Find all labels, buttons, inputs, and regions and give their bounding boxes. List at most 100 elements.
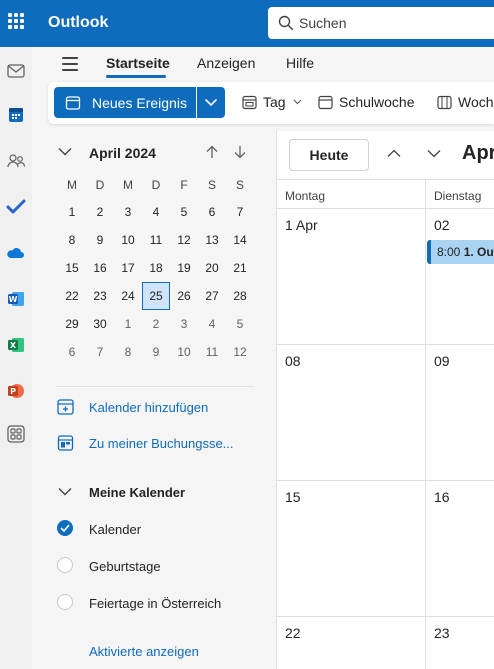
mini-calendar-day[interactable]: 19 <box>170 254 198 282</box>
mini-calendar-day[interactable]: 26 <box>170 282 198 310</box>
mini-calendar-day[interactable]: 27 <box>198 282 226 310</box>
arrow-down-icon[interactable] <box>233 145 247 159</box>
mini-calendar-day[interactable]: 5 <box>170 198 198 226</box>
mail-icon[interactable] <box>6 61 26 81</box>
mini-calendar-day[interactable]: 10 <box>170 338 198 366</box>
collapse-my-calendars-icon[interactable] <box>58 487 72 496</box>
event-time: 8:00 <box>437 245 461 259</box>
new-event-dropdown[interactable] <box>197 87 225 118</box>
mini-calendar-day[interactable]: 12 <box>226 338 254 366</box>
day-cell-number[interactable]: 09 <box>434 353 450 369</box>
new-event-button[interactable]: Neues Ereignis <box>54 87 196 118</box>
mini-calendar-day[interactable]: 28 <box>226 282 254 310</box>
calendar-checkbox-kalender[interactable] <box>57 520 73 536</box>
mini-calendar-day[interactable]: 25 <box>142 282 170 310</box>
mini-calendar-day[interactable]: 4 <box>198 310 226 338</box>
word-icon[interactable]: W <box>6 289 26 309</box>
booking-page-link[interactable]: Zu meiner Buchungsse... <box>89 436 234 451</box>
mini-calendar-day[interactable]: 21 <box>226 254 254 282</box>
weekday-header: S <box>235 178 244 192</box>
checkmark-icon <box>60 524 70 532</box>
calendar-event[interactable]: 8:00 1. Out <box>427 240 494 264</box>
day-cell-number[interactable]: 23 <box>434 625 450 641</box>
grid-line <box>277 179 494 180</box>
day-cell-number[interactable]: 22 <box>285 625 301 641</box>
tab-startseite[interactable]: Startseite <box>106 55 170 71</box>
mini-calendar-day[interactable]: 1 <box>58 198 86 226</box>
mini-calendar-day[interactable]: 11 <box>142 226 170 254</box>
mini-calendar-day[interactable]: 16 <box>86 254 114 282</box>
add-calendar-link[interactable]: Kalender hinzufügen <box>89 400 208 415</box>
onedrive-icon[interactable] <box>6 243 26 263</box>
calendar-item-kalender[interactable]: Kalender <box>89 522 141 537</box>
mini-calendar-day[interactable]: 29 <box>58 310 86 338</box>
day-cell-number[interactable]: 15 <box>285 489 301 505</box>
weekday-header: S <box>207 178 216 192</box>
app-title[interactable]: Outlook <box>48 14 108 32</box>
mini-calendar-day[interactable]: 4 <box>142 198 170 226</box>
calendar-add-icon <box>65 96 81 110</box>
mini-calendar-day[interactable]: 18 <box>142 254 170 282</box>
mini-calendar-day[interactable]: 5 <box>226 310 254 338</box>
mini-calendar-day[interactable]: 7 <box>86 338 114 366</box>
tab-hilfe[interactable]: Hilfe <box>286 55 314 71</box>
mini-calendar-day[interactable]: 7 <box>226 198 254 226</box>
calendar-checkbox-feiertage[interactable] <box>57 594 73 610</box>
today-button[interactable]: Heute <box>289 139 369 171</box>
mini-calendar-day[interactable]: 9 <box>86 226 114 254</box>
mini-calendar-day[interactable]: 12 <box>170 226 198 254</box>
active-tab-indicator <box>106 75 166 78</box>
day-cell-number[interactable]: 1 Apr <box>285 217 318 233</box>
mini-calendar-day[interactable]: 2 <box>86 198 114 226</box>
calendar-checkbox-geburtstage[interactable] <box>57 557 73 573</box>
mini-calendar-day[interactable]: 8 <box>58 226 86 254</box>
mini-calendar-day[interactable]: 3 <box>114 198 142 226</box>
day-view-label: Tag <box>263 94 286 110</box>
mini-calendar-day[interactable]: 17 <box>114 254 142 282</box>
mini-calendar-day[interactable]: 24 <box>114 282 142 310</box>
grid-line <box>425 179 426 669</box>
hamburger-menu-icon[interactable] <box>62 57 80 71</box>
mini-calendar-day[interactable]: 30 <box>86 310 114 338</box>
mini-calendar-day[interactable]: 20 <box>198 254 226 282</box>
app-launcher-icon[interactable] <box>8 13 24 29</box>
powerpoint-icon[interactable]: P <box>6 381 26 401</box>
todo-icon[interactable] <box>6 197 26 217</box>
mini-calendar-day[interactable]: 1 <box>114 310 142 338</box>
mini-calendar-day[interactable]: 14 <box>226 226 254 254</box>
mini-calendar-day[interactable]: 22 <box>58 282 86 310</box>
mini-calendar-day[interactable]: 23 <box>86 282 114 310</box>
column-header-tuesday: Dienstag <box>434 189 482 203</box>
show-active-link[interactable]: Aktivierte anzeigen <box>89 644 199 659</box>
mini-calendar-day[interactable]: 10 <box>114 226 142 254</box>
calendar-item-feiertage[interactable]: Feiertage in Österreich <box>89 596 221 611</box>
mini-calendar-day[interactable]: 3 <box>170 310 198 338</box>
collapse-mini-calendar-icon[interactable] <box>58 147 72 156</box>
event-title: 1. Out <box>463 245 494 259</box>
day-cell-number[interactable]: 08 <box>285 353 301 369</box>
arrow-up-icon[interactable] <box>205 145 219 159</box>
my-calendars-title[interactable]: Meine Kalender <box>89 485 185 500</box>
current-month-label[interactable]: Apr <box>462 142 494 165</box>
calendar-item-geburtstage[interactable]: Geburtstage <box>89 559 161 574</box>
mini-calendar-day[interactable]: 2 <box>142 310 170 338</box>
mini-calendar-day[interactable]: 8 <box>114 338 142 366</box>
search-box[interactable]: Suchen <box>268 7 494 39</box>
day-cell-number[interactable]: 16 <box>434 489 450 505</box>
people-icon[interactable] <box>6 151 26 171</box>
more-apps-icon[interactable] <box>6 424 26 444</box>
mini-calendar-day[interactable]: 11 <box>198 338 226 366</box>
day-cell-number[interactable]: 02 <box>434 217 450 233</box>
previous-month-icon[interactable] <box>387 149 401 158</box>
calendar-icon[interactable] <box>6 105 26 125</box>
next-month-icon[interactable] <box>427 149 441 158</box>
mini-calendar-title[interactable]: April 2024 <box>89 145 156 161</box>
mini-calendar-day[interactable]: 6 <box>198 198 226 226</box>
mini-calendar-day[interactable]: 9 <box>142 338 170 366</box>
excel-icon[interactable]: X <box>6 335 26 355</box>
workweek-label: Schulwoche <box>339 94 415 110</box>
mini-calendar-day[interactable]: 6 <box>58 338 86 366</box>
tab-anzeigen[interactable]: Anzeigen <box>197 55 255 71</box>
mini-calendar-day[interactable]: 15 <box>58 254 86 282</box>
mini-calendar-day[interactable]: 13 <box>198 226 226 254</box>
